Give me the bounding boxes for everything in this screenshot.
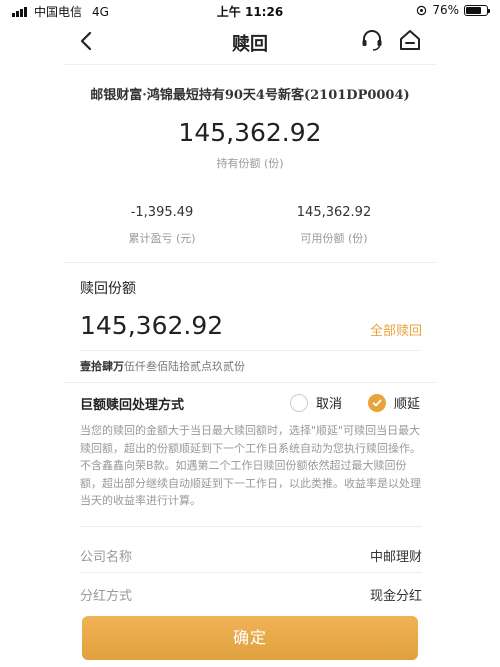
info-divider (80, 572, 422, 573)
status-bar: 中国电信 4G 上午 11:26 76% (0, 0, 500, 20)
amount-in-words: 壹拾肆万伍仟叁佰陆拾贰点玖贰份 (80, 358, 245, 374)
holding-amount: 145,362.92 (178, 118, 322, 147)
amount-divider (64, 382, 436, 383)
large-redemption-title: 巨额赎回处理方式 (80, 398, 185, 413)
amount-words-bold: 壹拾肆万 (80, 360, 124, 373)
battery-percent: 76% (432, 3, 459, 17)
location-icon (417, 5, 427, 15)
redeem-all-button[interactable]: 全部赎回 (370, 320, 422, 339)
company-label: 公司名称 (80, 550, 133, 565)
company-value: 中邮理财 (369, 550, 422, 565)
redeem-amount-input[interactable]: 145,362.92 (80, 311, 223, 340)
radio-option-defer[interactable]: 顺延 (368, 393, 420, 412)
battery-icon (464, 4, 490, 16)
amount-words-rest: 伍仟叁佰陆拾贰点玖贰份 (124, 360, 245, 373)
status-bar-right: 76% (416, 3, 490, 17)
large-redemption-explanation: 当您的赎回的金额大于当日最大赎回额时，选择"顺延"可赎回当日最大赎回额，超出的份… (80, 424, 421, 507)
dividend-value: 现金分红 (369, 589, 422, 604)
available-shares-value: 145,362.92 (296, 205, 372, 220)
dividend-label: 分红方式 (80, 589, 133, 604)
redeem-section-title: 赎回份额 (80, 281, 136, 297)
home-icon[interactable] (395, 25, 425, 55)
footer-bar: 确定 (0, 610, 500, 667)
customer-service-icon[interactable] (357, 25, 387, 55)
radio-checked-icon (368, 393, 386, 412)
radio-unchecked-icon (290, 393, 308, 412)
cumulative-profit-label: 累计盈亏 (元) (128, 232, 196, 245)
nav-bar: 赎回 (0, 20, 500, 64)
amount-underline (80, 350, 420, 351)
cumulative-profit-value: -1,395.49 (130, 205, 194, 220)
holding-label: 持有份额 (份) (216, 157, 284, 170)
available-shares-label: 可用份额 (份) (300, 232, 368, 245)
radio-cancel-label: 取消 (316, 397, 343, 412)
confirm-button[interactable]: 确定 (82, 616, 418, 660)
nav-divider (64, 64, 436, 65)
page-title: 赎回 (232, 34, 268, 55)
explain-divider (80, 526, 422, 527)
radio-option-cancel[interactable]: 取消 (290, 393, 342, 412)
summary-divider (64, 262, 436, 263)
product-name: 邮银财富·鸿锦最短持有90天4号新客(2101DP0004) (90, 88, 410, 103)
radio-defer-label: 顺延 (394, 397, 421, 412)
